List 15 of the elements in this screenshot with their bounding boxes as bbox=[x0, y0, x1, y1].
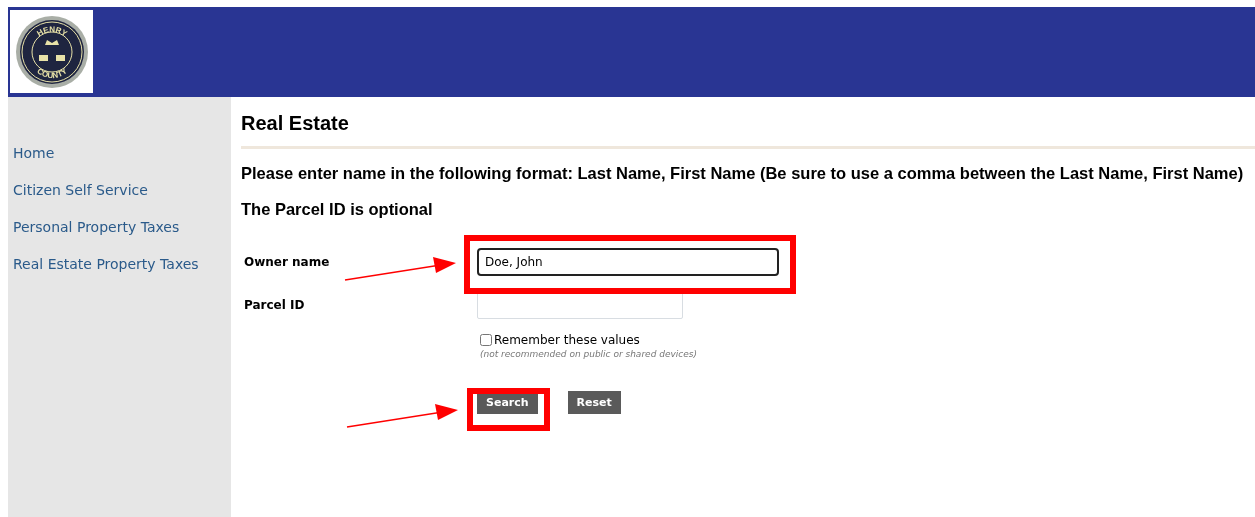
text-field[interactable]: Doe, John bbox=[477, 247, 779, 276]
field-label: Owner name bbox=[244, 254, 331, 269]
sidebar-link[interactable]: Citizen Self Service bbox=[13, 180, 148, 200]
remember-checkbox[interactable] bbox=[480, 334, 492, 346]
action-button[interactable]: Reset bbox=[567, 391, 621, 414]
instruction-text: Please enter name in the following format: Last Name, First Name (Be sure to use a comma between the Last Name, First Name) bbox=[241, 163, 1245, 184]
sidebar-link[interactable]: Personal Property Taxes bbox=[13, 217, 180, 237]
instruction-text: The Parcel ID is optional bbox=[241, 199, 434, 220]
sidebar-link[interactable]: Real Estate Property Taxes bbox=[13, 254, 199, 274]
field-label: Parcel ID bbox=[244, 297, 306, 312]
page-title: Real Estate bbox=[241, 111, 1255, 149]
county-seal-logo: HENRY COUNTY bbox=[14, 14, 89, 89]
sidebar-link[interactable]: Home bbox=[13, 143, 55, 163]
hint-text: (not recommended on public or shared devices) bbox=[480, 349, 698, 359]
checkbox-label: Remember these values bbox=[494, 333, 640, 347]
